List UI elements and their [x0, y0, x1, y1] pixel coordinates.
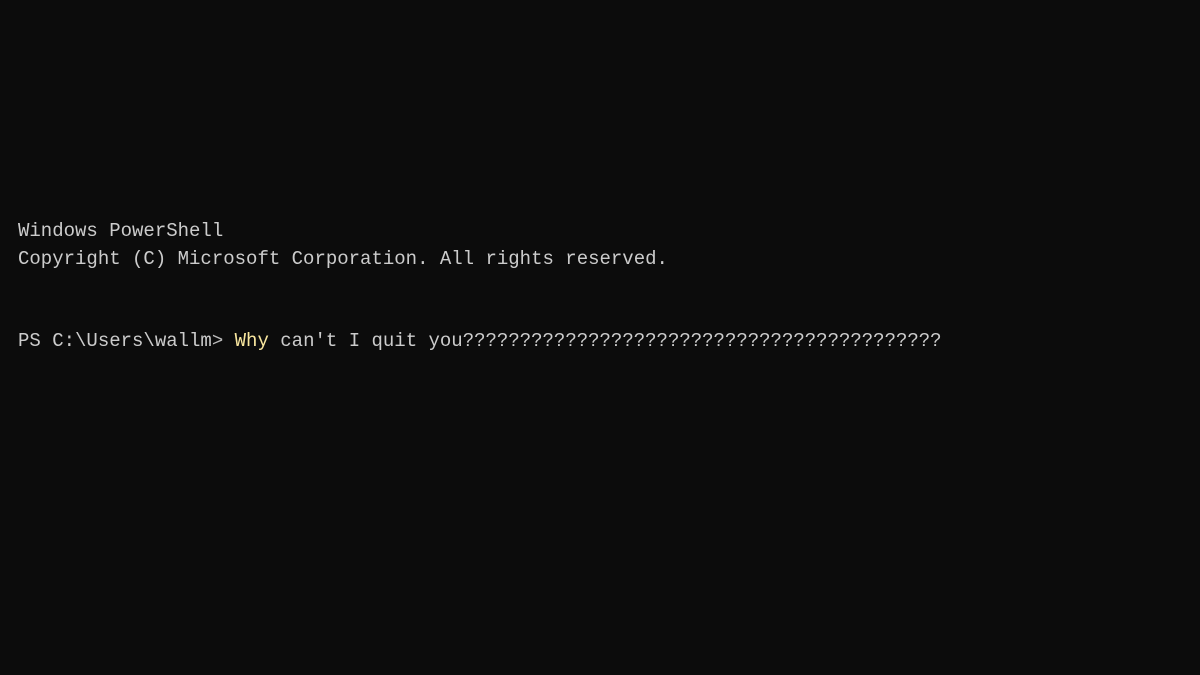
terminal-window[interactable]: Windows PowerShell Copyright (C) Microso…: [0, 0, 1200, 356]
prompt-path: PS C:\Users\wallm: [18, 330, 212, 352]
blank-line: [18, 301, 1200, 329]
command-first-word: Why: [235, 330, 269, 352]
blank-line: [18, 273, 1200, 301]
prompt-caret: >: [212, 330, 235, 352]
prompt-line[interactable]: PS C:\Users\wallm> Why can't I quit you?…: [18, 328, 1200, 356]
command-rest: can't I quit you????????????????????????…: [269, 330, 942, 352]
powershell-title: Windows PowerShell: [18, 218, 1200, 246]
powershell-copyright: Copyright (C) Microsoft Corporation. All…: [18, 246, 1200, 274]
